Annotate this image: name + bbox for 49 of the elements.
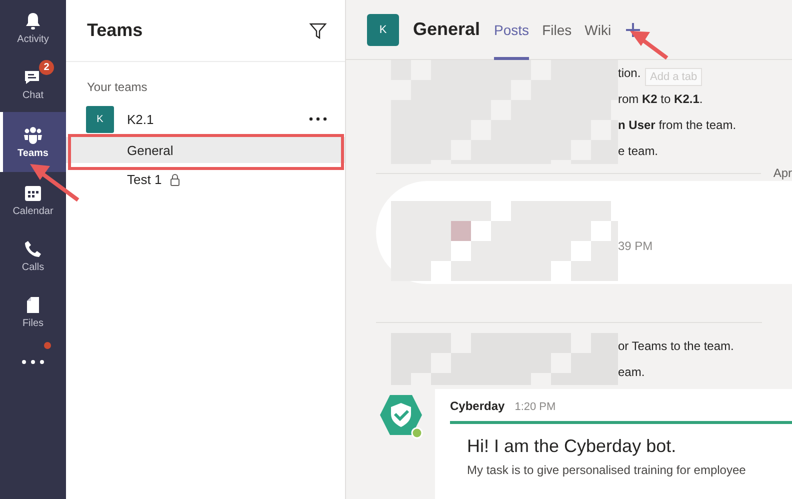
message-time: 39 PM [618,238,654,255]
rail-button[interactable]: Teams [0,112,66,172]
rail-button[interactable]: Calls [0,228,66,284]
system-message: eam. [618,364,645,381]
bell-icon [23,11,43,31]
channel-item[interactable]: Test 1 [66,166,345,192]
phone-icon [23,239,43,259]
more-options-icon[interactable] [309,117,327,121]
rail-button[interactable]: Calendar [0,172,66,228]
channel-item[interactable]: General [66,137,345,163]
annotation-arrow [630,31,668,60]
channel-title: General [413,19,480,40]
date-label: Apr [773,166,792,180]
channel-name: General [127,142,174,158]
filter-icon[interactable] [309,22,327,40]
team-avatar: K [86,106,114,132]
tab[interactable]: Wiki [584,0,612,60]
people-icon [23,125,43,145]
rail-label: Files [22,318,44,329]
author-name: Cyberday [450,399,505,413]
channel-name: Test 1 [127,172,162,186]
channel-avatar: K [367,14,399,46]
tab[interactable]: Files [542,0,572,60]
message-heading: Hi! I am the Cyberday bot. [467,436,678,457]
rail-label: Calls [22,262,44,273]
add-icon[interactable] [624,20,642,38]
section-label: Your teams [86,79,148,96]
rail-label: Activity [17,34,49,45]
annotation-arrow [30,164,80,202]
rail-label: Teams [18,148,48,159]
team-name[interactable]: K2.1 [127,112,309,126]
rail-button[interactable]: Chat 2 [0,56,66,112]
rail-button[interactable]: Files [0,284,66,340]
message-text: My task is to give personalised training for employee [467,463,747,477]
notification-badge: 2 [39,60,54,75]
panel-title: Teams [87,20,143,41]
rail-button[interactable]: Activity [0,0,66,56]
more-icon[interactable] [21,359,45,365]
system-message: tion. [618,65,641,82]
system-message: n User from the team. [618,117,736,134]
rail-label: Chat [22,90,44,101]
calendar-icon [23,183,43,203]
message-time: 1:20 PM [514,401,556,413]
lock-icon [170,172,180,186]
system-message: or Teams to the team. [618,338,734,355]
bot-avatar-icon [379,393,423,439]
system-message: rom K2 to K2.1. [618,91,703,108]
system-message: e team. [618,143,658,160]
rail-label: Calendar [12,206,54,217]
